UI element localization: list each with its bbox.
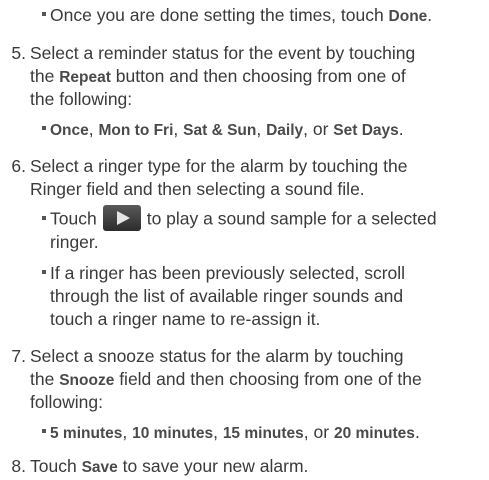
bullet-icon [42, 12, 46, 17]
bullet-snooze-options: 5 minutes, 10 minutes, 15 minutes, or 20… [42, 421, 420, 445]
bullet-reassign-line3: touch a ringer name to re-assign it. [50, 309, 321, 329]
snooze-term: Snooze [59, 372, 115, 389]
step5-line3: the following: [30, 89, 133, 109]
bullet-icon [42, 429, 46, 434]
bullet-reassign-line2: through the list of available ringer sou… [50, 286, 404, 306]
save-term: Save [81, 459, 118, 476]
instruction-page: Once you are done setting the times, tou… [0, 0, 489, 480]
step-number-5: 5. [11, 43, 26, 63]
step7-line3: following: [30, 392, 103, 412]
step-number-7: 7. [11, 346, 26, 366]
bullet-done: Once you are done setting the times, tou… [42, 4, 432, 28]
bullet-icon [42, 216, 46, 220]
step-number-6: 6. [11, 156, 26, 176]
bullet-play-sample: Touch to play a sound sample for a select… [42, 205, 437, 233]
step8-line1: Touch Save to save your new alarm. [30, 456, 309, 476]
step7-line1: Select a snooze status for the alarm by … [30, 346, 404, 366]
bullet-reassign: If a ringer has been previously selected… [42, 262, 405, 284]
step5-line1: Select a reminder status for the event b… [30, 43, 416, 63]
step5-line2: the Repeat button and then choosing from… [30, 66, 406, 86]
step-number-8: 8. [11, 456, 26, 476]
bullet-play-sample-line2: ringer. [50, 232, 99, 252]
step7-line2: the Snooze field and then choosing from … [30, 369, 422, 389]
bullet-icon [42, 126, 46, 131]
repeat-term: Repeat [59, 69, 111, 86]
step6-line1: Select a ringer type for the alarm by to… [30, 156, 408, 176]
play-icon[interactable] [102, 205, 141, 231]
step6-line2: Ringer field and then selecting a sound … [30, 179, 365, 199]
bullet-repeat-options: Once, Mon to Fri, Sat & Sun, Daily, or S… [42, 118, 404, 142]
bullet-icon [42, 270, 46, 275]
